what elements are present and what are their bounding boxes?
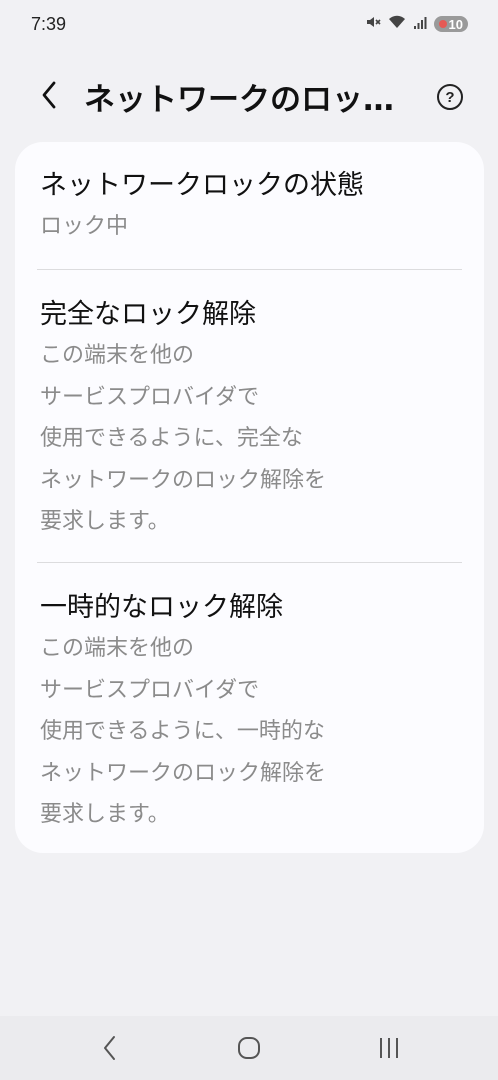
help-button[interactable]: ? bbox=[437, 84, 463, 110]
help-circle-icon: ? bbox=[445, 88, 455, 106]
mute-icon bbox=[365, 14, 381, 34]
nav-recents-button[interactable] bbox=[369, 1030, 409, 1070]
network-lock-status-item[interactable]: ネットワークロックの状態 ロック中 bbox=[40, 166, 462, 248]
recents-nav-icon bbox=[376, 1036, 402, 1064]
item-subtitle: この端末を他の サービスプロバイダで 使用できるように、一時的な ネットワークの… bbox=[40, 636, 327, 827]
item-title: ネットワークロックの状態 bbox=[40, 170, 364, 201]
full-unlock-item[interactable]: 完全なロック解除 この端末を他の サービスプロバイダで 使用できるように、完全な… bbox=[40, 295, 462, 543]
status-bar: 7:39 10 bbox=[0, 0, 498, 50]
status-icons: 10 bbox=[365, 14, 468, 34]
app-bar: ネットワークのロック解除 ? bbox=[0, 68, 498, 132]
battery-level: 10 bbox=[448, 16, 463, 32]
item-subtitle: ロック中 bbox=[40, 214, 129, 239]
back-button[interactable] bbox=[34, 81, 66, 113]
home-nav-icon bbox=[236, 1035, 262, 1065]
item-subtitle: この端末を他の サービスプロバイダで 使用できるように、完全な ネットワークのロ… bbox=[40, 343, 327, 534]
back-nav-icon bbox=[100, 1035, 120, 1065]
settings-card: ネットワークロックの状態 ロック中 完全なロック解除 この端末を他の サービスプ… bbox=[15, 142, 484, 853]
item-title: 一時的なロック解除 bbox=[40, 592, 283, 623]
wifi-icon bbox=[388, 14, 406, 34]
nav-back-button[interactable] bbox=[90, 1030, 130, 1070]
signal-icon bbox=[413, 15, 427, 34]
temporary-unlock-item[interactable]: 一時的なロック解除 この端末を他の サービスプロバイダで 使用できるように、一時… bbox=[40, 588, 462, 836]
item-title: 完全なロック解除 bbox=[40, 299, 256, 330]
status-time: 7:39 bbox=[31, 14, 67, 34]
back-chevron-icon bbox=[40, 80, 60, 114]
battery-low-indicator bbox=[438, 20, 447, 28]
navigation-bar bbox=[0, 1016, 498, 1080]
page-title: ネットワークのロック解除 bbox=[84, 82, 420, 118]
divider bbox=[37, 269, 462, 270]
divider bbox=[37, 562, 462, 563]
battery-icon: 10 bbox=[433, 16, 468, 32]
nav-home-button[interactable] bbox=[229, 1030, 269, 1070]
